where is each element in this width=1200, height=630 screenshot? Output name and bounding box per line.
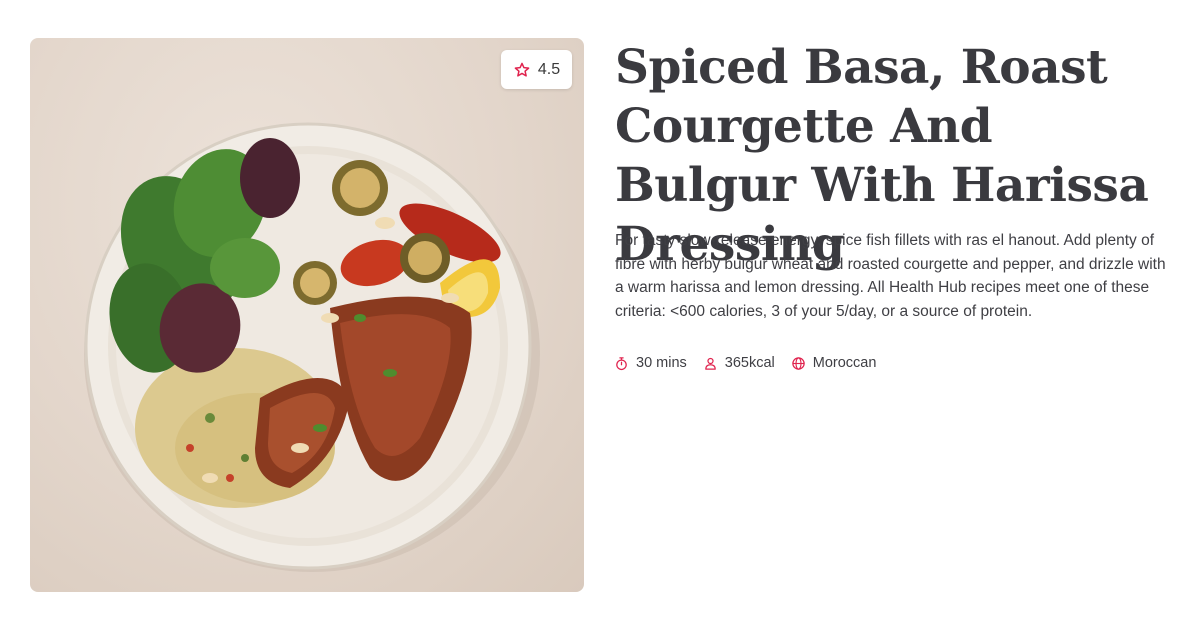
dish-photo xyxy=(84,122,540,572)
meta-time-value: 30 mins xyxy=(636,355,687,371)
globe-icon xyxy=(792,356,805,370)
meta-calories: 365kcal xyxy=(703,355,775,371)
meta-calories-value: 365kcal xyxy=(724,355,775,371)
recipe-image xyxy=(30,38,584,592)
rating-badge[interactable]: 4.5 xyxy=(501,50,572,89)
recipe-meta: 30 mins 365kcal Moroccan xyxy=(614,355,876,371)
star-icon xyxy=(514,62,530,77)
person-icon xyxy=(704,357,716,370)
meta-time: 30 mins xyxy=(614,355,687,371)
recipe-description: For tasty slow-release energy, spice fis… xyxy=(615,232,1166,320)
meta-cuisine: Moroccan xyxy=(791,355,877,371)
rating-value: 4.5 xyxy=(537,60,561,78)
stopwatch-icon xyxy=(616,356,627,370)
meta-cuisine-value: Moroccan xyxy=(812,355,877,371)
